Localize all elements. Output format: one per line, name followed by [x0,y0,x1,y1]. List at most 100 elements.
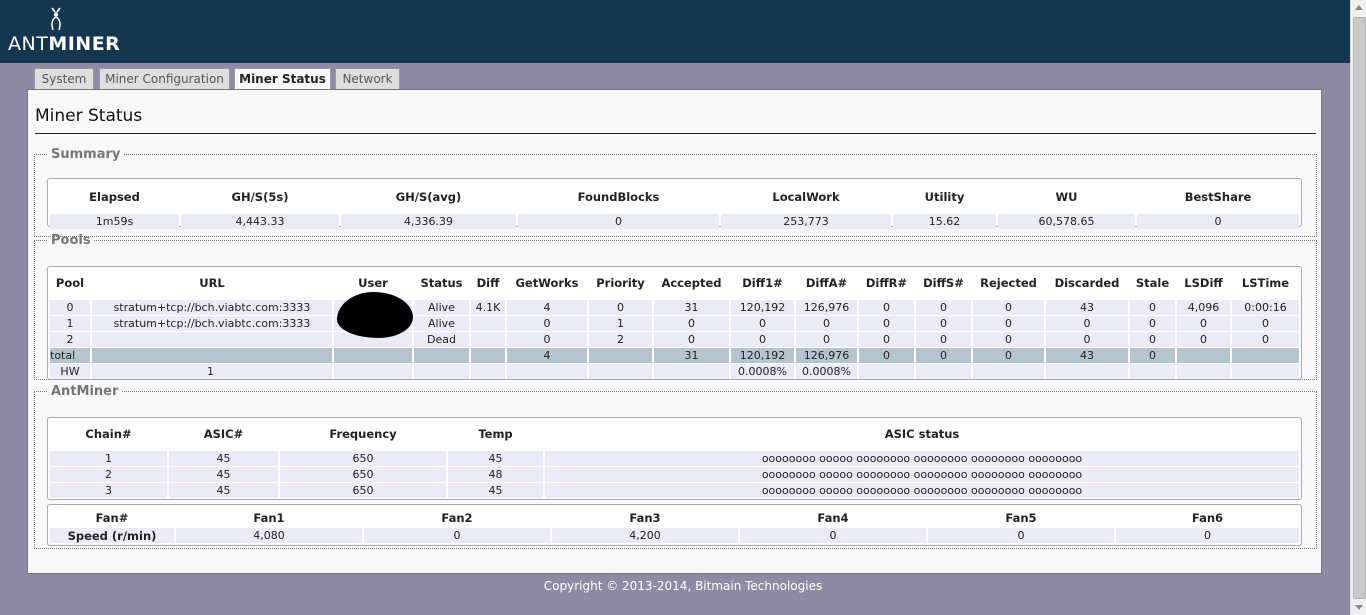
pool-cell: 0 [916,300,971,315]
pools-header: Diff [476,276,500,290]
top-header: ANTMINER [0,0,1350,63]
pool-cell: 2 [50,332,90,347]
pool-cell [1177,364,1230,379]
pool-cell [414,348,469,363]
fan-cell: 0 [364,528,550,543]
chain-header: ASIC# [203,427,244,441]
pools-header: DiffS# [923,276,964,290]
chain-header: Temp [478,427,513,441]
antminer-section: AntMiner Chain# ASIC# Frequency Temp ASI… [34,384,1317,549]
summary-header: GH/S(avg) [395,190,462,204]
pool-user-cell [334,292,413,338]
fans-box: Fan# Fan1 Fan2 Fan3 Fan4 Fan5 Fan6 Speed… [47,504,1302,546]
pool-cell: 0 [50,300,90,315]
title-divider [35,133,1316,134]
summary-header: BestShare [1184,190,1252,204]
pools-header: URL [199,276,225,290]
asic-status-cell: oooooooo ooooo oooooooo oooooooo ooooooo… [545,483,1299,498]
pools-header: DiffR# [865,276,908,290]
vertical-scrollbar[interactable] [1350,0,1366,615]
chain-cell: 650 [280,451,446,466]
fan-header: Fan2 [441,511,473,525]
summary-section: Summary Elapsed GH/S(5s) GH/S(avg) Found… [34,147,1317,237]
pool-cell: 0 [859,316,914,331]
pool-cell: 0 [973,300,1044,315]
pool-cell: stratum+tcp://bch.viabtc.com:3333 [92,316,332,331]
chains-box: Chain# ASIC# Frequency Temp ASIC status … [47,417,1302,500]
pool-cell: 0 [1130,300,1175,315]
footer-copyright: Copyright © 2013-2014, Bitmain Technolog… [543,579,823,593]
fan-header: Fan5 [1005,511,1037,525]
summary-header: Elapsed [89,190,140,204]
pools-header: LSTime [1241,276,1290,290]
pool-cell: 0 [859,332,914,347]
pool-cell: 126,976 [796,348,857,363]
pool-cell: 1 [92,364,332,379]
fan-speed-label: Speed (r/min) [50,528,174,543]
scroll-thumb[interactable] [1353,17,1366,599]
pool-cell [1130,364,1175,379]
pool-cell: Alive [414,316,469,331]
pools-header: Pool [55,276,85,290]
pool-cell: 0 [1046,332,1128,347]
pool-cell [1177,348,1230,363]
pool-cell: 0 [731,316,794,331]
pool-cell: Dead [414,332,469,347]
pool-row: HW 1 0.0008% 0.0008% [50,364,1299,379]
pool-cell: 1 [589,316,652,331]
fan-header: Fan3 [629,511,661,525]
page-title: Miner Status [35,106,143,126]
pool-cell: 120,192 [731,300,794,315]
pool-cell [414,364,469,379]
pool-cell: total [50,348,90,363]
pools-header: Rejected [980,276,1037,290]
summary-cell: 253,773 [721,214,891,229]
pool-cell: 0 [973,348,1044,363]
pool-cell [507,364,587,379]
chain-cell: 45 [448,451,543,466]
fan-cell: 0 [1116,528,1299,543]
pool-cell: 0 [916,332,971,347]
summary-header: WU [1055,190,1078,204]
scroll-up-arrow-icon[interactable] [1355,5,1363,10]
fan-cell: 4,200 [552,528,738,543]
fan-header: Fan1 [253,511,285,525]
pools-header-row: Pool URL User Status Diff GetWorks Prior… [50,272,1299,294]
fan-cell: 0 [928,528,1114,543]
fan-cell: 4,080 [176,528,362,543]
scroll-down-arrow-icon[interactable] [1355,605,1363,610]
tab-miner-configuration[interactable]: Miner Configuration [99,68,230,89]
pool-cell: stratum+tcp://bch.viabtc.com:3333 [92,300,332,315]
pools-header: Stale [1135,276,1170,290]
chain-cell: 1 [50,451,167,466]
pool-cell: 0 [796,332,857,347]
tab-network[interactable]: Network [335,68,400,89]
pool-cell [471,332,505,347]
pools-header: User [358,276,388,290]
tab-system[interactable]: System [34,68,94,89]
pool-cell [471,316,505,331]
fan-header: Fan# [95,511,129,525]
chain-cell: 650 [280,483,446,498]
chain-cell: 650 [280,467,446,482]
tab-miner-status[interactable]: Miner Status [234,68,331,91]
pool-cell: 0 [1177,332,1230,347]
pool-cell: 0 [589,300,652,315]
chain-cell: 45 [169,467,278,482]
pool-row: 1 stratum+tcp://bch.viabtc.com:3333 Alive 0… [50,316,1299,331]
logo-text-bold: MINER [48,33,121,55]
pool-row: 0 stratum+tcp://bch.viabtc.com:3333 Alive 4… [50,292,1299,338]
chain-header: ASIC status [884,427,960,441]
chain-cell: 45 [169,483,278,498]
chain-cell: 45 [169,451,278,466]
summary-cell: 15.62 [893,214,996,229]
pool-cell [654,364,729,379]
pool-cell: 31 [654,300,729,315]
chain-row: 2 45 650 48 oooooooo ooooo oooooooo oooooooo… [50,467,1299,482]
pool-cell: 0 [973,332,1044,347]
pool-cell [859,364,914,379]
asic-status-cell: oooooooo ooooo oooooooo oooooooo ooooooo… [545,451,1299,466]
pools-section: Pools Pool URL User Status Diff GetWorks… [34,233,1317,380]
summary-table: Elapsed GH/S(5s) GH/S(avg) FoundBlocks L… [48,185,1301,230]
pools-header: Priority [596,276,645,290]
